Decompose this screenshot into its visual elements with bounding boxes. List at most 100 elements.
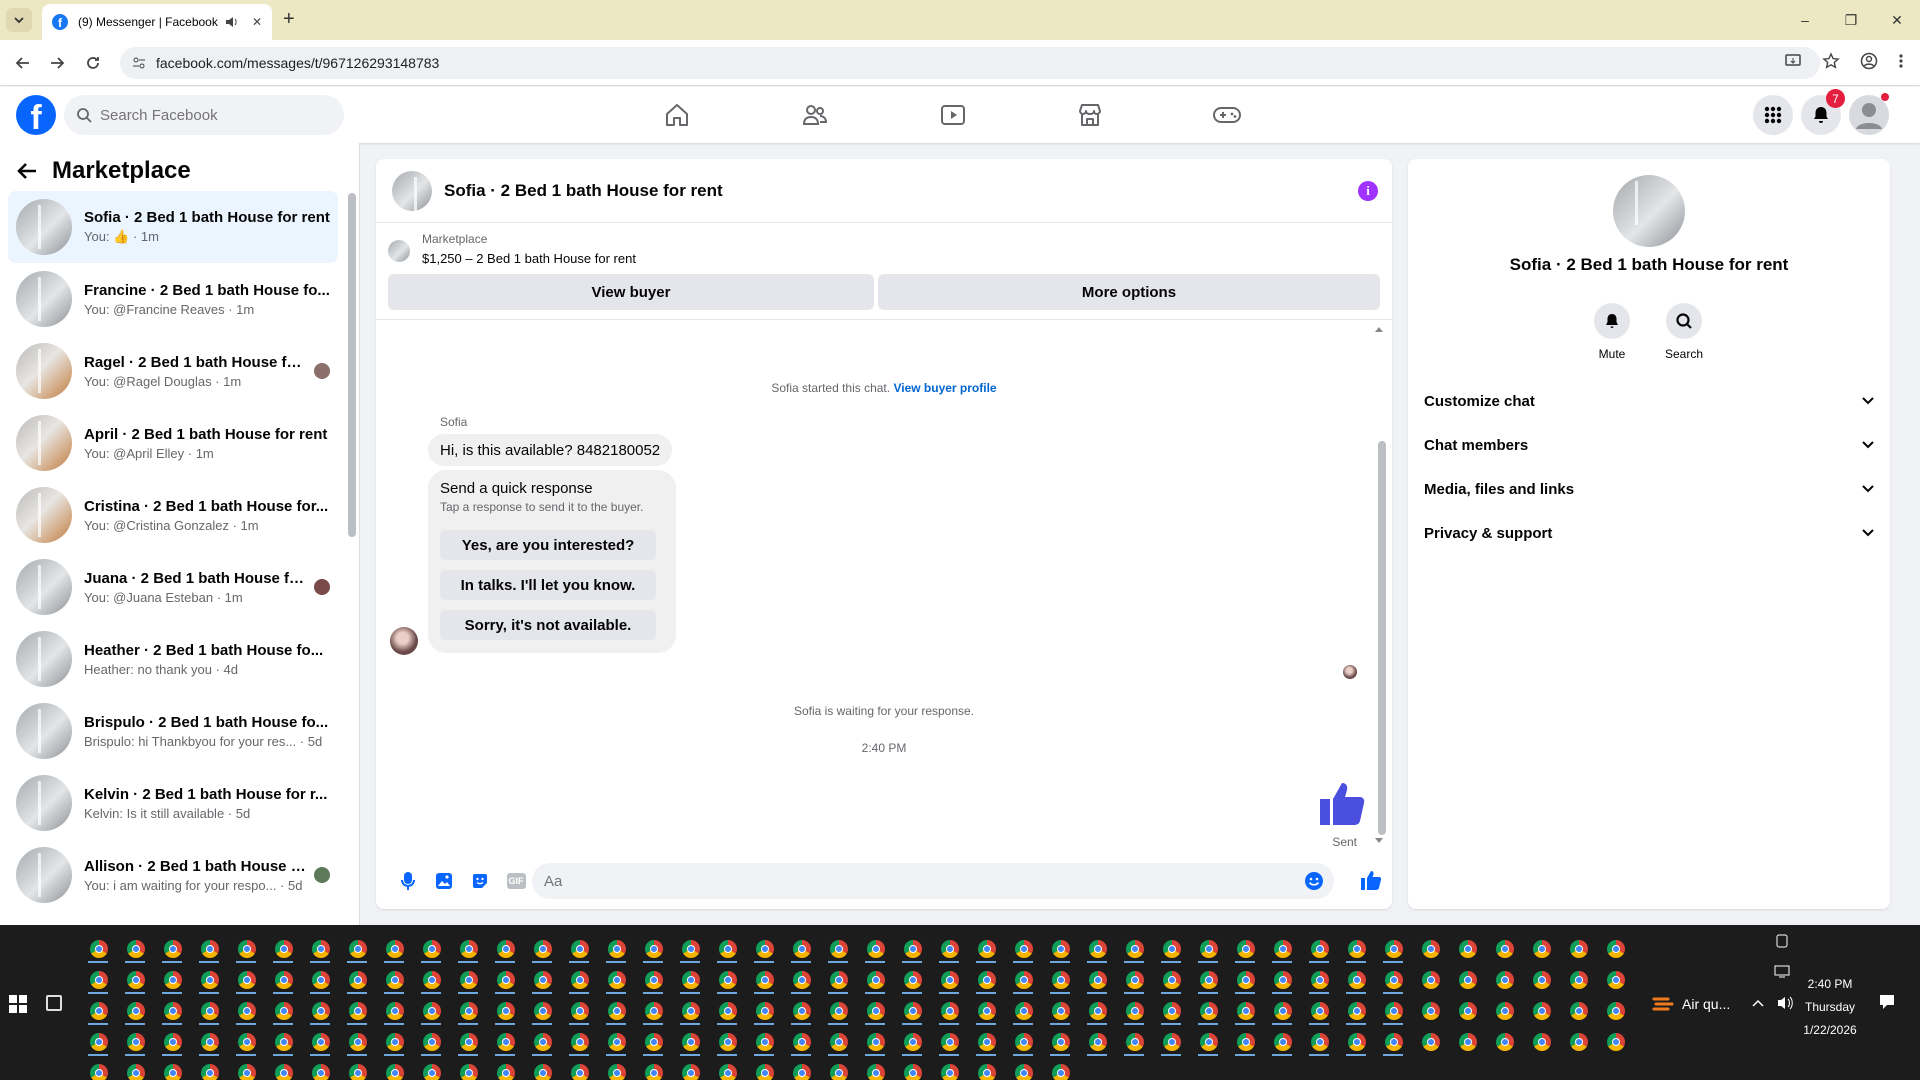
gif-button[interactable]: GIF (498, 873, 534, 889)
taskbar-app-button[interactable] (1227, 964, 1264, 995)
nav-gaming[interactable] (1177, 87, 1277, 143)
notifications-button[interactable]: 7 (1801, 89, 1845, 135)
taskbar-app-button[interactable] (191, 1026, 228, 1057)
taskbar-app-button[interactable] (857, 995, 894, 1026)
taskbar-app-button[interactable] (1005, 1057, 1042, 1080)
scroll-down-icon[interactable] (1374, 837, 1384, 845)
taskbar-app-button[interactable] (561, 933, 598, 964)
nav-marketplace[interactable] (1040, 87, 1140, 143)
taskbar-app-button[interactable] (228, 933, 265, 964)
voice-clip-button[interactable] (390, 871, 426, 891)
taskbar-app-button[interactable] (154, 1026, 191, 1057)
taskbar-app-button[interactable] (1412, 964, 1449, 995)
taskbar-app-button[interactable] (1412, 1026, 1449, 1057)
taskbar-app-button[interactable] (1153, 995, 1190, 1026)
forward-button[interactable] (46, 52, 68, 74)
taskbar-app-button[interactable] (1486, 964, 1523, 995)
speaker-icon[interactable] (224, 15, 238, 29)
taskbar-app-button[interactable] (635, 1057, 672, 1080)
taskbar-app-button[interactable] (820, 1026, 857, 1057)
taskbar-app-button[interactable] (1079, 933, 1116, 964)
taskbar-app-button[interactable] (1116, 933, 1153, 964)
conversation-item[interactable]: Heather · 2 Bed 1 bath House fo... Heathe… (8, 623, 338, 695)
profile-icon[interactable] (1860, 52, 1878, 70)
taskbar-app-button[interactable] (1375, 933, 1412, 964)
conversation-item[interactable]: Ragel · 2 Bed 1 bath House for... You: @R… (8, 335, 338, 407)
taskbar-app-button[interactable] (1005, 933, 1042, 964)
taskbar-app-button[interactable] (487, 933, 524, 964)
taskbar-app-button[interactable] (1153, 933, 1190, 964)
taskbar-app-button[interactable] (339, 964, 376, 995)
quick-reply-button[interactable]: Sorry, it's not available. (440, 610, 656, 640)
menu-dots-icon[interactable] (1898, 52, 1904, 70)
display-icon[interactable] (1774, 963, 1790, 979)
taskbar-app-button[interactable] (339, 995, 376, 1026)
scrollbar[interactable] (1378, 441, 1386, 835)
taskbar-app-button[interactable] (1338, 964, 1375, 995)
conversation-item[interactable]: Allison · 2 Bed 1 bath House f... You: i … (8, 839, 338, 911)
taskbar-app-button[interactable] (1005, 1026, 1042, 1057)
quick-reply-button[interactable]: Yes, are you interested? (440, 530, 656, 560)
more-options-button[interactable]: More options (878, 274, 1380, 310)
tab-close-icon[interactable]: ✕ (252, 15, 262, 29)
facebook-logo[interactable]: f (16, 95, 56, 135)
install-app-icon[interactable] (1784, 52, 1802, 70)
taskbar-app-button[interactable] (635, 1026, 672, 1057)
taskbar-app-button[interactable] (524, 1057, 561, 1080)
taskbar-app-button[interactable] (672, 1057, 709, 1080)
taskbar-app-button[interactable] (820, 964, 857, 995)
taskbar-app-button[interactable] (450, 1057, 487, 1080)
taskbar-app-button[interactable] (154, 1057, 191, 1080)
taskbar-app-button[interactable] (117, 964, 154, 995)
section-media-files[interactable]: Media, files and links (1424, 469, 1874, 509)
back-arrow-icon[interactable] (16, 160, 38, 182)
view-buyer-profile-link[interactable]: View buyer profile (893, 381, 996, 395)
taskbar-app-button[interactable] (228, 995, 265, 1026)
taskbar-app-button[interactable] (376, 995, 413, 1026)
taskbar-app-button[interactable] (1079, 1026, 1116, 1057)
taskbar-app-button[interactable] (265, 933, 302, 964)
facebook-search[interactable] (64, 95, 344, 135)
taskbar-app-button[interactable] (968, 1057, 1005, 1080)
send-like-button[interactable] (1360, 869, 1382, 891)
scroll-up-icon[interactable] (1374, 325, 1384, 333)
taskbar-app-button[interactable] (1153, 964, 1190, 995)
conversation-item[interactable]: Cristina · 2 Bed 1 bath House for... You:… (8, 479, 338, 551)
conversation-item[interactable]: Kelvin · 2 Bed 1 bath House for r... Kelv… (8, 767, 338, 839)
taskbar-app-button[interactable] (265, 995, 302, 1026)
taskbar-app-button[interactable] (857, 933, 894, 964)
taskbar-app-button[interactable] (931, 933, 968, 964)
taskbar-app-button[interactable] (709, 1057, 746, 1080)
taskbar-app-button[interactable] (1301, 995, 1338, 1026)
taskbar-app-button[interactable] (820, 933, 857, 964)
taskbar-app-button[interactable] (376, 933, 413, 964)
taskbar-app-button[interactable] (820, 995, 857, 1026)
mute-button[interactable]: Mute (1582, 303, 1642, 361)
taskbar-app-button[interactable] (450, 964, 487, 995)
taskbar-app-button[interactable] (154, 933, 191, 964)
taskbar-app-button[interactable] (302, 1057, 339, 1080)
taskbar-app-button[interactable] (1264, 933, 1301, 964)
taskbar-app-button[interactable] (80, 1026, 117, 1057)
taskbar-app-button[interactable] (968, 964, 1005, 995)
taskbar-app-button[interactable] (524, 933, 561, 964)
taskbar-app-button[interactable] (413, 1057, 450, 1080)
new-tab-button[interactable]: + (283, 8, 295, 31)
taskbar-app-button[interactable] (894, 1026, 931, 1057)
taskbar-app-button[interactable] (228, 964, 265, 995)
nav-home[interactable] (627, 87, 727, 143)
attach-photo-button[interactable] (426, 872, 462, 890)
taskbar-app-button[interactable] (450, 933, 487, 964)
taskbar-app-button[interactable] (635, 964, 672, 995)
taskbar-app-button[interactable] (154, 964, 191, 995)
taskbar-app-button[interactable] (746, 933, 783, 964)
taskbar-app-button[interactable] (746, 995, 783, 1026)
address-bar[interactable]: facebook.com/messages/t/967126293148783 (120, 47, 1820, 79)
taskbar-app-button[interactable] (968, 933, 1005, 964)
taskbar-app-button[interactable] (487, 995, 524, 1026)
taskbar-app-button[interactable] (413, 995, 450, 1026)
emoji-icon[interactable] (1304, 871, 1324, 891)
back-button[interactable] (12, 52, 34, 74)
taskbar-app-button[interactable] (1042, 1026, 1079, 1057)
taskbar-app-button[interactable] (1301, 964, 1338, 995)
